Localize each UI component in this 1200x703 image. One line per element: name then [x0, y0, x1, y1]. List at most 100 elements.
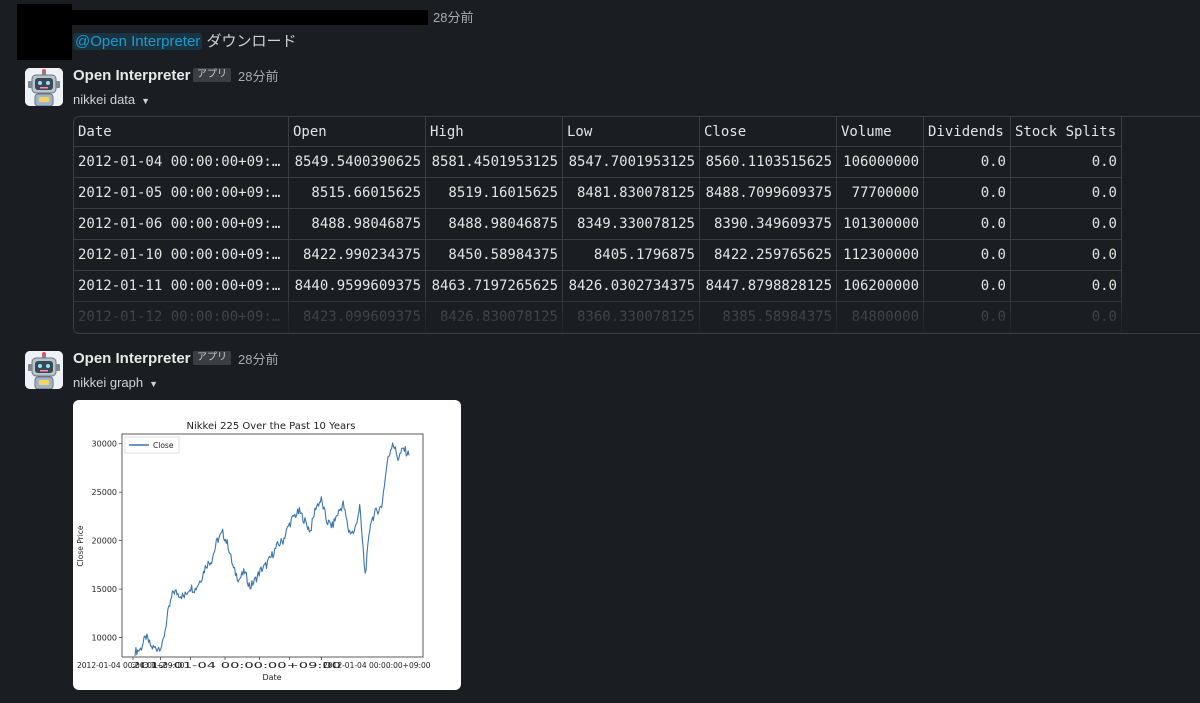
table-cell: 8581.4501953125	[425, 146, 563, 178]
table-cell: 8488.98046875	[425, 208, 563, 240]
data-table: Date Open High Low Close Volume Dividend…	[74, 117, 1122, 333]
table-cell: 101300000	[836, 208, 924, 240]
message-timestamp[interactable]: 28分前	[238, 69, 278, 85]
file-title-text: nikkei data	[73, 92, 136, 107]
table-cell: 8385.58984375	[699, 301, 837, 333]
message-body-text: ダウンロード	[206, 33, 297, 50]
bot-name[interactable]: Open Interpreter	[73, 350, 191, 368]
table-cell: 8463.7197265625	[425, 270, 563, 302]
table-row: 2012-01-12 00:00:00+09:… 8423.099609375 84…	[74, 301, 1122, 333]
table-cell: 112300000	[836, 239, 924, 271]
table-row: 2012-01-11 00:00:00+09:… 8440.9599609375 8…	[74, 270, 1122, 302]
column-header: Stock Splits	[1010, 117, 1122, 147]
slack-channel-view: 28分前 @Open Interpreter ダウンロード Open Inter…	[0, 0, 1200, 703]
table-cell: 2012-01-10 00:00:00+09:…	[74, 239, 289, 271]
table-cell: 0.0	[1010, 146, 1122, 178]
table-cell: 106200000	[836, 270, 924, 302]
table-cell: 0.0	[923, 146, 1011, 178]
legend-label: Close	[153, 441, 174, 450]
table-cell: 106000000	[836, 146, 924, 178]
y-tick-label: 30000	[92, 440, 117, 449]
column-header: Volume	[836, 117, 924, 147]
table-row: 2012-01-05 00:00:00+09:… 8515.66015625 851…	[74, 177, 1122, 209]
file-title-text: nikkei graph	[73, 375, 144, 390]
table-cell: 8423.099609375	[288, 301, 426, 333]
table-cell: 8426.0302734375	[562, 270, 700, 302]
table-cell: 2012-01-06 00:00:00+09:…	[74, 208, 289, 240]
user-message: 28分前 @Open Interpreter ダウンロード	[0, 0, 1200, 60]
bot-name[interactable]: Open Interpreter	[73, 67, 191, 85]
plot-area	[121, 433, 424, 658]
column-header: Low	[562, 117, 700, 147]
y-tick-label: 15000	[92, 585, 117, 594]
table-cell: 2012-01-05 00:00:00+09:…	[74, 177, 289, 209]
table-cell: 0.0	[1010, 177, 1122, 209]
table-cell: 0.0	[923, 239, 1011, 271]
table-cell: 0.0	[923, 208, 1011, 240]
bot-avatar[interactable]	[25, 68, 63, 106]
table-cell: 8481.830078125	[562, 177, 700, 209]
mention-link[interactable]: @Open Interpreter	[73, 33, 203, 50]
table-cell: 8426.830078125	[425, 301, 563, 333]
robot-icon	[25, 351, 63, 389]
line-chart: Nikkei 225 Over the Past 10 Years 30000 2…	[76, 421, 431, 682]
table-cell: 0.0	[1010, 208, 1122, 240]
app-badge: アプリ	[193, 351, 231, 365]
table-cell: 8390.349609375	[699, 208, 837, 240]
table-cell: 77700000	[836, 177, 924, 209]
table-cell: 2012-01-12 00:00:00+09:…	[74, 301, 289, 333]
y-tick-label: 10000	[92, 634, 117, 643]
table-cell: 8405.1796875	[562, 239, 700, 271]
message-timestamp[interactable]: 28分前	[433, 10, 473, 26]
table-cell: 0.0	[923, 301, 1011, 333]
redacted-username	[72, 10, 428, 25]
table-cell: 2012-01-11 00:00:00+09:…	[74, 270, 289, 302]
table-cell: 8360.330078125	[562, 301, 700, 333]
table-cell: 0.0	[1010, 301, 1122, 333]
legend: Close	[124, 436, 180, 454]
robot-icon	[25, 68, 63, 106]
x-tick-label: 2012-01-04 00:00:00+09:00	[131, 661, 341, 670]
caret-down-icon[interactable]: ▼	[149, 379, 158, 389]
table-cell: 0.0	[1010, 239, 1122, 271]
graph-image[interactable]: Nikkei 225 Over the Past 10 Years 30000 2…	[73, 400, 461, 690]
table-header-row: Date Open High Low Close Volume Dividend…	[74, 117, 1122, 147]
table-cell: 2012-01-04 00:00:00+09:…	[74, 146, 289, 178]
chart-title: Nikkei 225 Over the Past 10 Years	[187, 421, 356, 432]
table-cell: 8447.8798828125	[699, 270, 837, 302]
table-cell: 0.0	[923, 270, 1011, 302]
table-cell: 84800000	[836, 301, 924, 333]
table-cell: 8450.58984375	[425, 239, 563, 271]
table-cell: 8547.7001953125	[562, 146, 700, 178]
caret-down-icon[interactable]: ▼	[141, 96, 150, 106]
table-cell: 8519.16015625	[425, 177, 563, 209]
table-row: 2012-01-04 00:00:00+09:… 8549.5400390625 8…	[74, 146, 1122, 178]
message-text: @Open Interpreter ダウンロード	[73, 32, 296, 52]
column-header: Open	[288, 117, 426, 147]
table-row: 2012-01-10 00:00:00+09:… 8422.990234375 84…	[74, 239, 1122, 271]
column-header: Close	[699, 117, 837, 147]
avatar[interactable]	[17, 4, 72, 60]
table-cell: 8560.1103515625	[699, 146, 837, 178]
table-cell: 0.0	[1010, 270, 1122, 302]
table-cell: 8422.259765625	[699, 239, 837, 271]
y-axis-label: Close Price	[76, 525, 85, 566]
x-axis-label: Date	[262, 673, 281, 682]
message-timestamp[interactable]: 28分前	[238, 352, 278, 368]
table-row: 2012-01-06 00:00:00+09:… 8488.98046875 848…	[74, 208, 1122, 240]
column-header: High	[425, 117, 563, 147]
y-tick-label: 25000	[92, 488, 117, 497]
table-cell: 8515.66015625	[288, 177, 426, 209]
file-title[interactable]: nikkei data ▼	[73, 92, 150, 109]
table-cell: 0.0	[923, 177, 1011, 209]
app-badge: アプリ	[193, 68, 231, 82]
table-cell: 8549.5400390625	[288, 146, 426, 178]
column-header: Date	[74, 117, 289, 147]
x-tick-label: 2012-01-04 00:00:00+09:00	[323, 661, 431, 670]
data-table-preview[interactable]: Date Open High Low Close Volume Dividend…	[73, 116, 1200, 334]
bot-avatar[interactable]	[25, 351, 63, 389]
file-title[interactable]: nikkei graph ▼	[73, 375, 158, 392]
y-tick-label: 20000	[92, 537, 117, 546]
table-cell: 8422.990234375	[288, 239, 426, 271]
table-cell: 8488.98046875	[288, 208, 426, 240]
